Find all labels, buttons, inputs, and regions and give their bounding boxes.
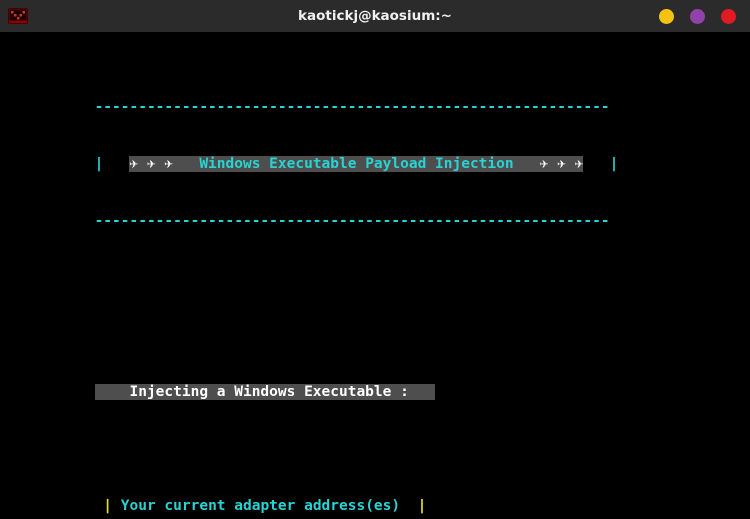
banner-icons-right: ✈ ✈ ✈	[540, 156, 584, 172]
banner-dash-top: ----------------------------------------…	[95, 99, 610, 115]
close-button[interactable]	[721, 9, 736, 24]
titlebar: kaotickj@kaosium:~	[0, 0, 750, 32]
banner-icons-left: ✈ ✈ ✈	[129, 156, 173, 172]
minimize-button[interactable]	[659, 9, 674, 24]
section-pad-right	[409, 384, 435, 400]
banner-title: Windows Executable Payload Injection	[173, 156, 540, 172]
banner-pipe-right: |	[583, 156, 618, 172]
section-pad-left	[95, 384, 130, 400]
terminal-area[interactable]: ----------------------------------------…	[0, 32, 750, 519]
adapter-pipe-right: |	[418, 498, 427, 514]
banner-pipe-left: |	[95, 156, 130, 172]
maximize-button[interactable]	[690, 9, 705, 24]
adapter-heading: Your current adapter address(es)	[121, 498, 418, 514]
section-heading: Injecting a Windows Executable :	[129, 384, 408, 400]
app-icon	[8, 8, 28, 24]
window-controls	[659, 9, 750, 24]
window-title: kaotickj@kaosium:~	[0, 8, 750, 24]
adapter-pipe-left: |	[103, 498, 120, 514]
banner-dash-bottom: ----------------------------------------…	[95, 213, 610, 229]
